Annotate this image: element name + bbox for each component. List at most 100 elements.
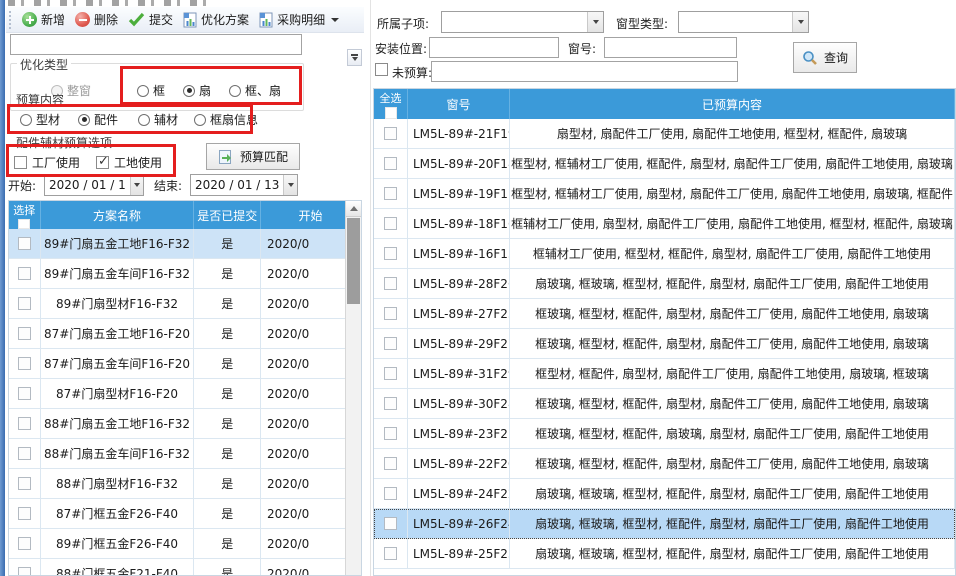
plan-filter-input[interactable]: [10, 34, 302, 55]
radio-frame-sash[interactable]: 框、扇: [229, 82, 281, 99]
window-select-cell[interactable]: [374, 119, 408, 149]
row-checkbox[interactable]: [18, 237, 31, 250]
scroll-up-button[interactable]: [346, 201, 361, 217]
radio-frame[interactable]: 框: [137, 82, 165, 99]
window-no-column-header[interactable]: 窗号: [408, 89, 510, 119]
window-type-select[interactable]: [678, 11, 809, 33]
scrollbar-thumb[interactable]: [347, 218, 360, 304]
row-checkbox[interactable]: [18, 267, 31, 280]
window-select-cell[interactable]: [374, 149, 408, 179]
plan-select-cell[interactable]: [9, 529, 41, 559]
plan-select-cell[interactable]: [9, 379, 41, 409]
radio-sash[interactable]: 扇: [183, 82, 211, 99]
row-checkbox[interactable]: [384, 307, 397, 320]
row-checkbox[interactable]: [18, 537, 31, 550]
row-checkbox[interactable]: [384, 187, 397, 200]
row-checkbox[interactable]: [18, 477, 31, 490]
toolbar-grip-handle[interactable]: [9, 11, 12, 29]
add-button[interactable]: 新增: [18, 9, 71, 30]
row-checkbox[interactable]: [384, 457, 397, 470]
plan-table-row[interactable]: 87#门扇五金工地F16-F20是2020/0: [9, 319, 361, 349]
no-budget-input[interactable]: [431, 61, 738, 82]
sub-item-select[interactable]: [441, 11, 604, 33]
plan-table-row[interactable]: 87#门框五金F26-F40是2020/0: [9, 499, 361, 529]
plan-select-cell[interactable]: [9, 229, 41, 259]
plan-select-cell[interactable]: [9, 319, 41, 349]
row-checkbox[interactable]: [384, 547, 397, 560]
row-checkbox[interactable]: [18, 297, 31, 310]
plan-table-row[interactable]: 89#门框五金F26-F40是2020/0: [9, 529, 361, 559]
plan-select-cell[interactable]: [9, 259, 41, 289]
plan-select-cell[interactable]: [9, 349, 41, 379]
radio-accessory[interactable]: 配件: [78, 111, 118, 128]
row-checkbox[interactable]: [384, 127, 397, 140]
row-checkbox[interactable]: [18, 507, 31, 520]
window-select-cell[interactable]: [374, 359, 408, 389]
toolbar-overflow-button[interactable]: [347, 49, 362, 66]
optimize-plan-button[interactable]: 优化方案: [179, 9, 255, 30]
window-table-row[interactable]: LM5L-89#-30F28框玻璃, 框型材, 框配件, 扇型材, 扇配件工厂使…: [374, 389, 955, 419]
plan-table-row[interactable]: 88#门扇型材F16-F32是2020/0: [9, 469, 361, 499]
plan-table-scrollbar[interactable]: [345, 201, 361, 576]
plan-table-row[interactable]: 89#门扇五金车间F16-F32是2020/0: [9, 259, 361, 289]
window-select-cell[interactable]: [374, 209, 408, 239]
window-table-row[interactable]: LM5L-89#-19F17框型材, 框辅材工厂使用, 扇型材, 扇配件工厂使用…: [374, 179, 955, 209]
end-date-picker[interactable]: 2020 / 01 / 13: [190, 174, 298, 196]
plan-table-row[interactable]: 87#门扇五金车间F16-F20是2020/0: [9, 349, 361, 379]
select-column-header[interactable]: 选择: [9, 201, 41, 229]
row-checkbox[interactable]: [384, 337, 397, 350]
plan-table-row[interactable]: 87#门扇型材F16-F20是2020/0: [9, 379, 361, 409]
window-select-cell[interactable]: [374, 269, 408, 299]
submit-button[interactable]: 提交: [124, 9, 179, 30]
submitted-column-header[interactable]: 是否已提交: [194, 201, 261, 229]
window-select-cell[interactable]: [374, 179, 408, 209]
row-checkbox[interactable]: [384, 367, 397, 380]
radio-frame-sash-info[interactable]: 框扇信息: [194, 111, 258, 128]
row-checkbox[interactable]: [384, 247, 397, 260]
row-checkbox[interactable]: [18, 447, 31, 460]
window-select-cell[interactable]: [374, 509, 408, 539]
row-checkbox[interactable]: [384, 517, 397, 530]
window-select-cell[interactable]: [374, 419, 408, 449]
install-pos-input[interactable]: [429, 37, 559, 58]
select-all-column-header[interactable]: 全选: [374, 89, 408, 119]
plan-table-row[interactable]: 89#门扇型材F16-F32是2020/0: [9, 289, 361, 319]
plan-select-cell[interactable]: [9, 499, 41, 529]
plan-table-row[interactable]: 88#门扇五金工地F16-F32是2020/0: [9, 409, 361, 439]
window-table-row[interactable]: LM5L-89#-23F21框玻璃, 框型材, 框配件, 扇玻璃, 扇型材, 扇…: [374, 419, 955, 449]
plan-table-row[interactable]: 88#门框五金F21-F40是2020/0: [9, 559, 361, 576]
radio-profile[interactable]: 型材: [20, 111, 60, 128]
window-table-row[interactable]: LM5L-89#-22F20框玻璃, 框型材, 框配件, 扇型材, 扇配件工厂使…: [374, 449, 955, 479]
row-checkbox[interactable]: [384, 277, 397, 290]
window-select-cell[interactable]: [374, 539, 408, 569]
window-table-row[interactable]: LM5L-89#-27F25框玻璃, 框型材, 框配件, 扇型材, 扇配件工厂使…: [374, 299, 955, 329]
window-select-cell[interactable]: [374, 299, 408, 329]
plan-table-row[interactable]: 89#门扇五金工地F16-F32是2020/0: [9, 229, 361, 259]
radio-auxiliary[interactable]: 辅材: [138, 111, 178, 128]
delete-button[interactable]: 删除: [71, 9, 124, 30]
window-select-cell[interactable]: [374, 449, 408, 479]
no-budget-checkbox[interactable]: [375, 63, 388, 76]
window-table-row[interactable]: LM5L-89#-26F24扇玻璃, 框玻璃, 框型材, 框配件, 扇型材, 扇…: [374, 509, 955, 539]
window-select-cell[interactable]: [374, 239, 408, 269]
factory-use-checkbox[interactable]: 工厂使用: [14, 154, 80, 171]
budget-match-button[interactable]: 预算匹配: [206, 143, 300, 170]
plan-table-row[interactable]: 88#门扇五金车间F16-F32是2020/0: [9, 439, 361, 469]
plan-select-cell[interactable]: [9, 469, 41, 499]
row-checkbox[interactable]: [384, 427, 397, 440]
plan-select-cell[interactable]: [9, 289, 41, 319]
window-table-row[interactable]: LM5L-89#-28F26扇玻璃, 框玻璃, 框型材, 框配件, 扇型材, 扇…: [374, 269, 955, 299]
plan-select-cell[interactable]: [9, 409, 41, 439]
row-checkbox[interactable]: [384, 217, 397, 230]
window-table-row[interactable]: LM5L-89#-25F23扇玻璃, 框玻璃, 框型材, 框配件, 扇型材, 扇…: [374, 539, 955, 569]
row-checkbox[interactable]: [384, 157, 397, 170]
purchase-detail-button[interactable]: 采购明细: [255, 9, 345, 30]
budgeted-content-column-header[interactable]: 已预算内容: [510, 89, 955, 119]
window-table-row[interactable]: LM5L-89#-18F16框辅材工厂使用, 扇型材, 扇配件工厂使用, 扇配件…: [374, 209, 955, 239]
window-table-row[interactable]: LM5L-89#-31F29框型材, 框配件, 扇型材, 扇配件工厂使用, 扇配…: [374, 359, 955, 389]
select-all-checkbox[interactable]: [385, 107, 397, 119]
window-table-row[interactable]: LM5L-89#-21F19扇型材, 扇配件工厂使用, 扇配件工地使用, 框型材…: [374, 119, 955, 149]
row-checkbox[interactable]: [18, 417, 31, 430]
row-checkbox[interactable]: [18, 567, 31, 576]
site-use-checkbox[interactable]: 工地使用: [96, 154, 162, 171]
